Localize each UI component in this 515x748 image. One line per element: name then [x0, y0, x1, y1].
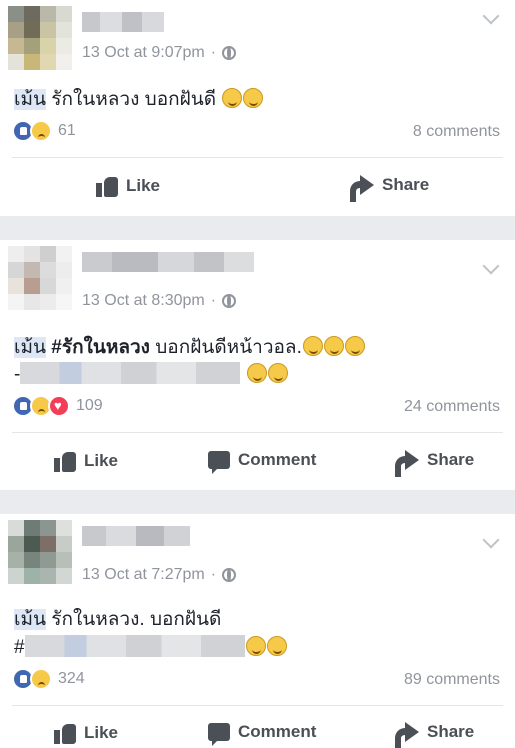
- emoji-icon: [266, 636, 287, 656]
- comment-icon: [208, 723, 230, 746]
- reaction-count: 109: [76, 397, 103, 414]
- text-tag: เม้น: [14, 337, 47, 358]
- timestamp[interactable]: 13 Oct at 8:30pm: [82, 292, 205, 310]
- chevron-down-icon[interactable]: [482, 7, 500, 25]
- timestamp[interactable]: 13 Oct at 9:07pm: [82, 44, 205, 62]
- post-body: รักในหลวง บอกฝันดี: [46, 89, 217, 110]
- share-button[interactable]: Share: [350, 175, 430, 202]
- reaction-count: 324: [58, 670, 85, 687]
- like-label: Like: [126, 176, 161, 195]
- blurred-text: [24, 635, 245, 657]
- post-text: เม้น #รักในหลวง บอกฝันดีหน้าวอล.: [14, 336, 365, 360]
- text-tag: เม้น: [14, 89, 47, 110]
- meta-separator: ·: [210, 44, 217, 61]
- reaction-count: 61: [58, 122, 76, 139]
- share-icon: [395, 722, 419, 748]
- comments-count[interactable]: 89 comments: [404, 671, 500, 689]
- blurred-text: [20, 362, 241, 384]
- share-icon: [395, 450, 419, 477]
- meta-separator: ·: [210, 566, 217, 583]
- like-label: Like: [84, 723, 119, 742]
- post-2: 13 Oct at 8:30pm · เม้น #รักในหลวง บอกฝั…: [0, 240, 515, 490]
- post-meta: 13 Oct at 7:27pm ·: [82, 566, 237, 584]
- chevron-down-icon[interactable]: [482, 531, 500, 549]
- author-name-blurred[interactable]: [82, 526, 190, 546]
- globe-icon: [222, 294, 237, 308]
- post-body: บอกฝันดีหน้าวอล.: [149, 337, 302, 358]
- share-label: Share: [382, 175, 430, 194]
- comments-count[interactable]: 8 comments: [413, 123, 500, 141]
- post-3: 13 Oct at 7:27pm · เม้น รักในหลวง. บอกฝั…: [0, 514, 515, 748]
- avatar[interactable]: [8, 246, 72, 310]
- divider: [12, 705, 503, 706]
- line-prefix: #: [14, 637, 25, 658]
- meta-separator: ·: [210, 292, 217, 309]
- timestamp[interactable]: 13 Oct at 7:27pm: [82, 566, 205, 584]
- emoji-icon: [243, 88, 264, 108]
- share-label: Share: [427, 450, 475, 469]
- comment-icon: [208, 451, 230, 474]
- like-label: Like: [84, 451, 119, 470]
- comment-label: Comment: [238, 450, 317, 469]
- love-reaction-icon: [48, 395, 70, 417]
- like-icon: [96, 175, 118, 197]
- globe-icon: [222, 568, 237, 582]
- reactions-summary[interactable]: 109: [12, 395, 103, 417]
- hashtag-link[interactable]: #รักในหลวง: [51, 337, 150, 358]
- post-body: รักในหลวง. บอกฝันดี: [46, 609, 222, 630]
- comment-label: Comment: [238, 722, 317, 741]
- divider: [12, 432, 503, 433]
- chevron-down-icon[interactable]: [482, 257, 500, 275]
- emoji-icon: [344, 336, 365, 356]
- share-icon: [350, 175, 374, 202]
- share-label: Share: [427, 722, 475, 741]
- avatar[interactable]: [8, 6, 72, 70]
- like-icon: [54, 722, 76, 744]
- post-1: 13 Oct at 9:07pm · เม้น รักในหลวง บอกฝัน…: [0, 0, 515, 216]
- author-name-blurred[interactable]: [82, 12, 164, 32]
- author-name-blurred[interactable]: [82, 252, 254, 272]
- like-button[interactable]: Like: [96, 175, 160, 197]
- comments-count[interactable]: 24 comments: [404, 398, 500, 416]
- like-icon: [54, 450, 76, 472]
- reactions-summary[interactable]: 61: [12, 120, 76, 142]
- sad-reaction-icon: [30, 668, 52, 690]
- emoji-icon: [267, 363, 288, 383]
- comment-button[interactable]: Comment: [208, 450, 317, 474]
- share-button[interactable]: Share: [395, 450, 475, 477]
- share-button[interactable]: Share: [395, 722, 475, 748]
- emoji-icon: [245, 636, 266, 656]
- globe-icon: [222, 46, 237, 60]
- post-meta: 13 Oct at 9:07pm ·: [82, 44, 237, 62]
- post-meta: 13 Oct at 8:30pm ·: [82, 292, 237, 310]
- divider: [12, 157, 503, 158]
- avatar[interactable]: [8, 520, 72, 584]
- like-button[interactable]: Like: [54, 722, 118, 744]
- post-text-line2: -: [14, 362, 288, 387]
- like-button[interactable]: Like: [54, 450, 118, 472]
- post-text-line2: #: [14, 635, 287, 660]
- comment-button[interactable]: Comment: [208, 722, 317, 746]
- emoji-icon: [323, 336, 344, 356]
- emoji-icon: [302, 336, 323, 356]
- reactions-summary[interactable]: 324: [12, 668, 85, 690]
- post-text: เม้น รักในหลวง บอกฝันดี: [14, 88, 264, 112]
- emoji-icon: [222, 88, 243, 108]
- sad-reaction-icon: [30, 120, 52, 142]
- text-tag: เม้น: [14, 609, 47, 630]
- emoji-icon: [246, 363, 267, 383]
- post-text: เม้น รักในหลวง. บอกฝันดี: [14, 608, 221, 632]
